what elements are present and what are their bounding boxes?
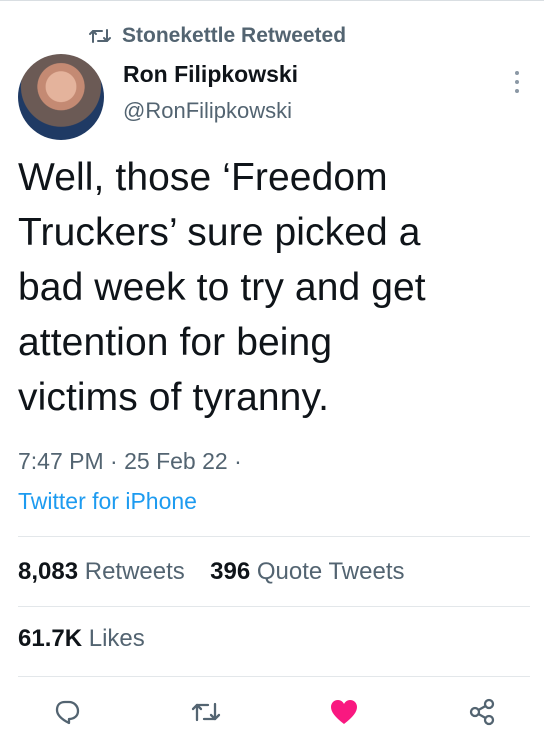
- top-border: [0, 0, 544, 1]
- divider: [18, 536, 530, 537]
- meta-separator: ·: [110, 448, 125, 474]
- author-name[interactable]: Ron Filipkowski: [123, 60, 298, 88]
- retweets-label: Retweets: [84, 558, 185, 585]
- tweet-line: Truckers’ sure picked a: [18, 211, 421, 254]
- heart-icon: [329, 698, 359, 731]
- author-handle[interactable]: @RonFilipkowski: [123, 98, 298, 124]
- more-options-icon[interactable]: [511, 69, 523, 95]
- action-bar: [0, 686, 544, 742]
- retweet-button[interactable]: [190, 698, 222, 730]
- retweet-stats: 8,083 Retweets 396 Quote Tweets: [18, 557, 405, 587]
- quote-tweets-stat[interactable]: 396 Quote Tweets: [210, 558, 404, 585]
- likes-stat[interactable]: 61.7K Likes: [18, 624, 145, 654]
- reply-icon: [52, 697, 82, 732]
- likes-count: 61.7K: [18, 625, 83, 652]
- retweet-icon: [191, 698, 221, 731]
- avatar[interactable]: [18, 54, 104, 140]
- tweet-date[interactable]: 25 Feb 22: [124, 448, 228, 474]
- tweet-text: Well, those ‘Freedom Truckers’ sure pick…: [18, 150, 528, 425]
- retweet-context[interactable]: Stonekettle Retweeted: [88, 24, 346, 48]
- retweets-stat[interactable]: 8,083 Retweets: [18, 558, 185, 585]
- tweet-line: attention for being: [18, 321, 333, 364]
- meta-separator: ·: [234, 448, 242, 474]
- tweet-line: victims of tyranny.: [18, 376, 330, 419]
- tweet-time[interactable]: 7:47 PM: [18, 448, 104, 474]
- tweet-source[interactable]: Twitter for iPhone: [18, 481, 242, 521]
- quotes-label: Quote Tweets: [256, 558, 405, 585]
- tweet-line: Well, those ‘Freedom: [18, 156, 388, 199]
- tweet-line: bad week to try and get: [18, 266, 426, 309]
- retweet-icon: [88, 26, 112, 46]
- divider: [18, 606, 530, 607]
- likes-label: Likes: [88, 625, 145, 652]
- retweets-count: 8,083: [18, 558, 79, 585]
- tweet-meta: 7:47 PM · 25 Feb 22 · Twitter for iPhone: [18, 441, 242, 521]
- author-block: Ron Filipkowski @RonFilipkowski: [123, 60, 298, 124]
- retweet-context-text: Stonekettle Retweeted: [122, 24, 347, 47]
- divider: [18, 676, 530, 677]
- quotes-count: 396: [210, 558, 251, 585]
- share-button[interactable]: [466, 698, 498, 730]
- reply-button[interactable]: [51, 698, 83, 730]
- share-icon: [467, 697, 497, 732]
- like-button[interactable]: [328, 698, 360, 730]
